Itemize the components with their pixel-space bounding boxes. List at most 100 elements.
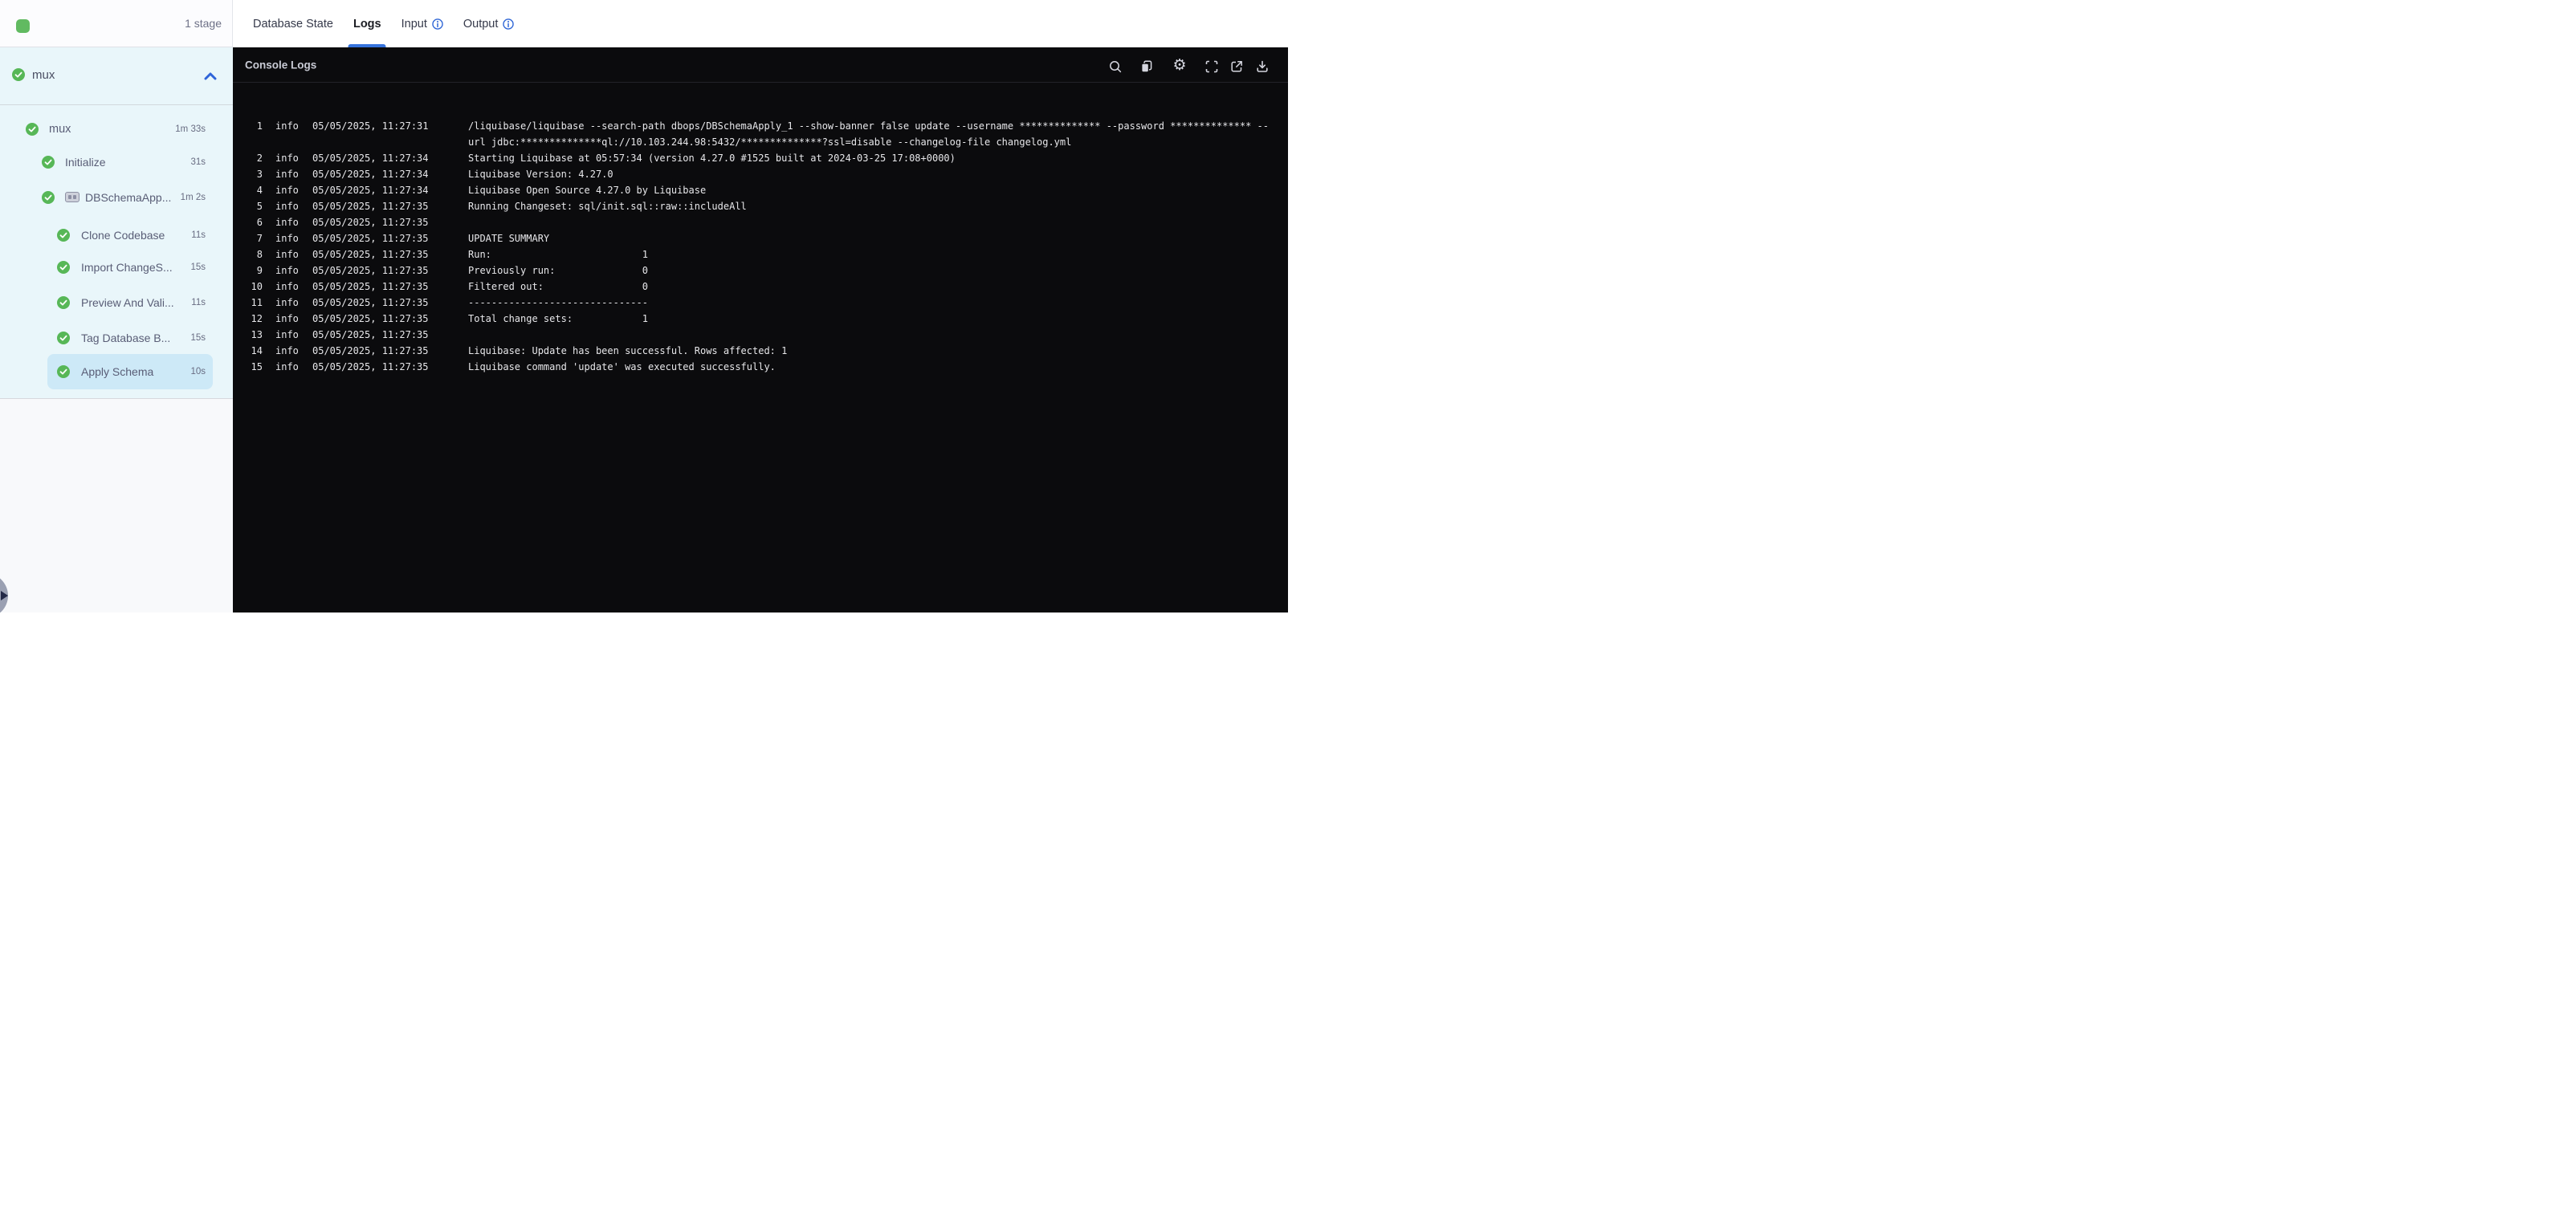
log-line: 2 info 05/05/2025, 11:27:34 Starting Liq… — [233, 150, 1288, 166]
search-icon[interactable] — [1108, 59, 1123, 74]
copy-icon[interactable] — [1139, 59, 1154, 74]
log-message: Liquibase Open Source 4.27.0 by Liquibas… — [468, 185, 707, 196]
log-message: Starting Liquibase at 05:57:34 (version … — [468, 153, 956, 164]
success-check-icon — [42, 156, 55, 169]
step-label: Initialize — [65, 156, 106, 169]
log-line-number: 13 — [251, 329, 263, 340]
log-line: 1 info 05/05/2025, 11:27:31 /liquibase/l… — [233, 118, 1288, 150]
log-line-number: 11 — [251, 297, 263, 308]
log-timestamp: 05/05/2025, 11:27:35 — [312, 217, 429, 228]
step-tree-item-clone-codebase[interactable]: Clone Codebase 11s — [0, 219, 233, 251]
log-line: 9 info 05/05/2025, 11:27:35 Previously r… — [233, 262, 1288, 279]
log-line: 5 info 05/05/2025, 11:27:35 Running Chan… — [233, 198, 1288, 214]
step-duration: 10s — [190, 367, 206, 376]
step-tree-item-dbschemaapp[interactable]: DBSchemaApp... 1m 2s — [0, 181, 233, 214]
log-message: /liquibase/liquibase --search-path dbops… — [468, 120, 1269, 148]
log-timestamp: 05/05/2025, 11:27:35 — [312, 233, 429, 244]
execution-sidebar: 1 stage mux mux 1m 33s Initialize 31s DB… — [0, 0, 233, 612]
success-check-icon — [57, 296, 70, 309]
log-level: info — [275, 169, 299, 180]
log-line-number: 9 — [256, 265, 263, 276]
tab-label: Input — [401, 17, 427, 31]
step-label: Clone Codebase — [81, 229, 165, 242]
log-line-number: 15 — [251, 361, 263, 372]
tab-database-state[interactable]: Database State — [253, 0, 333, 47]
log-level: info — [275, 201, 299, 212]
success-check-icon — [26, 123, 39, 136]
log-line-number: 7 — [256, 233, 263, 244]
log-timestamp: 05/05/2025, 11:27:35 — [312, 281, 429, 292]
log-level: info — [275, 281, 299, 292]
log-timestamp: 05/05/2025, 11:27:35 — [312, 201, 429, 212]
log-line: 13 info 05/05/2025, 11:27:35 — [233, 327, 1288, 343]
step-tree-item-tag-database-b[interactable]: Tag Database B... 15s — [0, 322, 233, 354]
step-duration: 1m 33s — [175, 124, 206, 134]
log-line: 11 info 05/05/2025, 11:27:35 -----------… — [233, 295, 1288, 311]
log-timestamp: 05/05/2025, 11:27:34 — [312, 153, 429, 164]
log-line: 14 info 05/05/2025, 11:27:35 Liquibase: … — [233, 343, 1288, 359]
log-message: Running Changeset: sql/init.sql::raw::in… — [468, 201, 747, 212]
step-label: Preview And Vali... — [81, 296, 174, 309]
tab-input[interactable]: Input — [401, 0, 443, 47]
log-timestamp: 05/05/2025, 11:27:35 — [312, 313, 429, 324]
step-tree-item-import-changes[interactable]: Import ChangeS... 15s — [0, 251, 233, 283]
log-level: info — [275, 265, 299, 276]
log-level: info — [275, 297, 299, 308]
step-tree-item-initialize[interactable]: Initialize 31s — [0, 146, 233, 178]
tab-label: Output — [463, 17, 499, 31]
stage-header[interactable]: mux — [0, 47, 233, 105]
open-in-new-icon[interactable] — [1229, 59, 1244, 74]
log-line: 6 info 05/05/2025, 11:27:35 — [233, 214, 1288, 230]
log-level: info — [275, 249, 299, 260]
log-line: 8 info 05/05/2025, 11:27:35 Run: 1 — [233, 246, 1288, 262]
log-message: Liquibase Version: 4.27.0 — [468, 169, 613, 180]
log-line-number: 12 — [251, 313, 263, 324]
tab-output[interactable]: Output — [463, 0, 515, 47]
step-label: mux — [49, 123, 71, 136]
log-message — [468, 214, 1288, 230]
console-title: Console Logs — [245, 59, 317, 71]
stage-panel: mux mux 1m 33s Initialize 31s DBSchemaAp… — [0, 47, 233, 399]
console-header: Console Logs ⚙ — [233, 47, 1288, 83]
app-root: 1 stage mux mux 1m 33s Initialize 31s DB… — [0, 0, 1288, 612]
step-duration: 15s — [190, 333, 206, 343]
log-message: UPDATE SUMMARY — [468, 233, 550, 244]
chevron-up-icon[interactable] — [204, 71, 217, 80]
log-timestamp: 05/05/2025, 11:27:34 — [312, 185, 429, 196]
log-line: 3 info 05/05/2025, 11:27:34 Liquibase Ve… — [233, 166, 1288, 182]
step-duration: 11s — [191, 298, 206, 307]
step-tree-item-apply-schema[interactable]: Apply Schema 10s — [0, 354, 233, 389]
step-duration: 1m 2s — [180, 193, 206, 202]
log-level: info — [275, 217, 299, 228]
log-line: 12 info 05/05/2025, 11:27:35 Total chang… — [233, 311, 1288, 327]
log-level: info — [275, 361, 299, 372]
log-message: Liquibase: Update has been successful. R… — [468, 345, 788, 356]
download-icon[interactable] — [1255, 59, 1270, 74]
step-duration: 15s — [190, 262, 206, 272]
step-tree-item-mux[interactable]: mux 1m 33s — [0, 113, 233, 145]
log-line-number: 4 — [256, 185, 263, 196]
log-level: info — [275, 185, 299, 196]
settings-icon[interactable]: ⚙ — [1172, 58, 1187, 73]
log-timestamp: 05/05/2025, 11:27:35 — [312, 297, 429, 308]
log-line-number: 2 — [256, 153, 263, 164]
log-line-number: 6 — [256, 217, 263, 228]
log-timestamp: 05/05/2025, 11:27:35 — [312, 249, 429, 260]
log-message: Total change sets: 1 — [468, 313, 648, 324]
step-duration: 11s — [191, 230, 206, 240]
success-check-icon — [57, 332, 70, 344]
sidebar-lower-panel — [0, 399, 233, 612]
console-panel: Console Logs ⚙ 1 info 05/05/2025, 11:27:… — [233, 47, 1288, 612]
log-level: info — [275, 233, 299, 244]
log-lines: 1 info 05/05/2025, 11:27:31 /liquibase/l… — [233, 118, 1288, 375]
log-message: Previously run: 0 — [468, 265, 648, 276]
log-line: 15 info 05/05/2025, 11:27:35 Liquibase c… — [233, 359, 1288, 375]
fullscreen-icon[interactable] — [1204, 59, 1219, 74]
log-message — [468, 327, 1288, 343]
info-icon — [503, 18, 515, 30]
step-tree-item-preview-and-vali[interactable]: Preview And Vali... 11s — [0, 287, 233, 319]
log-line-number: 5 — [256, 201, 263, 212]
success-check-icon — [12, 68, 25, 81]
success-check-icon — [57, 261, 70, 274]
tab-logs[interactable]: Logs — [353, 0, 381, 47]
